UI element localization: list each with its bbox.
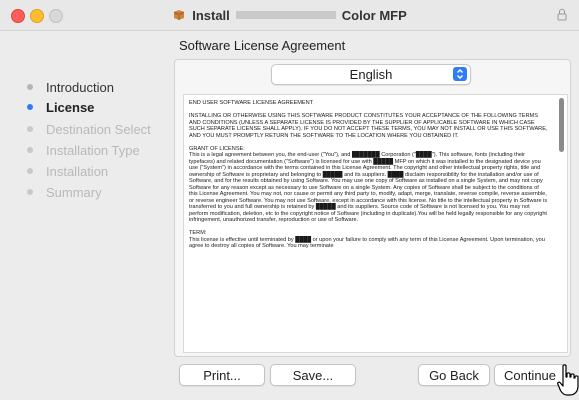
- pane-title: Software License Agreement: [179, 38, 346, 53]
- pointer-cursor-icon: [557, 364, 579, 396]
- language-value: English: [349, 67, 393, 82]
- step-sidebar: Introduction License Destination Select …: [0, 31, 172, 400]
- step-label: Destination Select: [46, 121, 151, 137]
- step-installation-type: Installation Type: [27, 141, 140, 159]
- license-scrollbar[interactable]: [559, 98, 564, 152]
- print-button[interactable]: Print...: [179, 364, 265, 386]
- step-label: License: [46, 99, 95, 115]
- license-paragraph: INSTALLING OR OTHERWISE USING THIS SOFTW…: [189, 113, 548, 139]
- step-label: Installation: [46, 163, 109, 179]
- step-summary: Summary: [27, 183, 102, 201]
- lock-icon: [557, 8, 567, 21]
- license-paragraph: TERM: This license is effective until te…: [189, 230, 545, 249]
- step-destination-select: Destination Select: [27, 120, 151, 138]
- step-installation: Installation: [27, 162, 108, 180]
- license-paragraph: GRANT OF LICENSE: This is a legal agreem…: [189, 145, 548, 224]
- package-icon: [174, 10, 185, 20]
- step-bullet: [27, 126, 33, 132]
- continue-button[interactable]: Continue: [494, 364, 566, 386]
- language-select[interactable]: English: [271, 64, 471, 85]
- select-arrows-icon: [453, 67, 467, 81]
- installer-window: Install Color MFP Introduction License D…: [0, 0, 579, 400]
- save-button[interactable]: Save...: [270, 364, 356, 386]
- step-introduction: Introduction: [27, 78, 114, 96]
- step-bullet: [27, 168, 33, 174]
- step-bullet: [27, 189, 33, 195]
- window-title: Install Color MFP: [0, 7, 579, 23]
- license-text-area[interactable]: END USER SOFTWARE LICENSE AGREEMENT INST…: [183, 94, 568, 353]
- step-bullet-current: [27, 104, 33, 110]
- title-bar[interactable]: Install Color MFP: [0, 0, 579, 31]
- window-title-prefix: Install: [192, 7, 230, 23]
- license-text: END USER SOFTWARE LICENSE AGREEMENT INST…: [189, 100, 549, 256]
- step-label: Summary: [46, 184, 102, 200]
- step-bullet: [27, 147, 33, 153]
- step-label: Introduction: [46, 79, 114, 95]
- step-license: License: [27, 98, 94, 116]
- redacted-product-name: [235, 11, 336, 19]
- license-heading: END USER SOFTWARE LICENSE AGREEMENT: [189, 100, 314, 106]
- step-label: Installation Type: [46, 142, 140, 158]
- step-bullet: [27, 84, 33, 90]
- window-title-suffix: Color MFP: [341, 7, 407, 23]
- go-back-button[interactable]: Go Back: [418, 364, 490, 386]
